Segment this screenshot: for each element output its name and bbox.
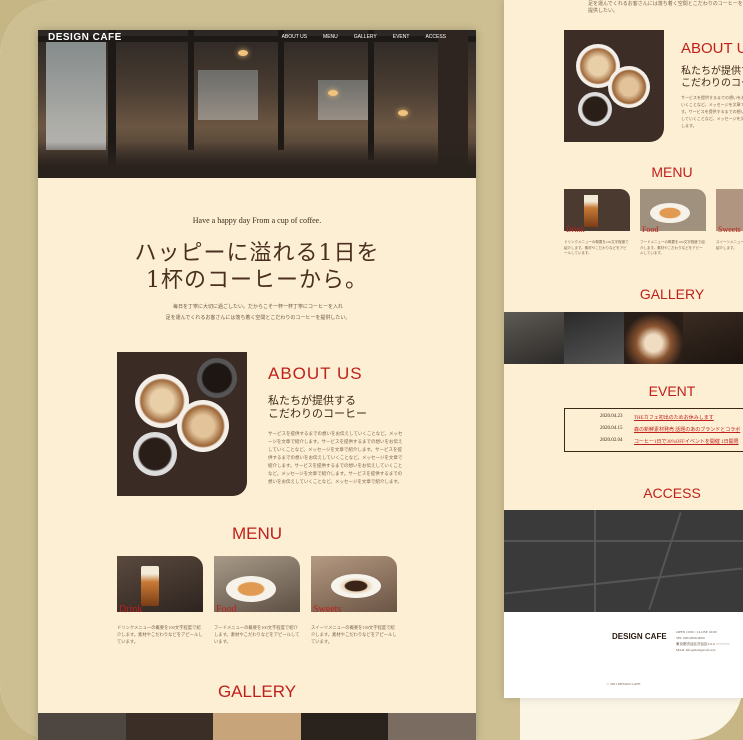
second-menu-title: MENU [651, 164, 693, 180]
footer-mail: MAIL info@designcafe.xxx [676, 648, 716, 652]
intro-line-2: 足を運んでくれるお客さんには落ち着く空間とこだわりのコーヒーを提供したい。 [165, 316, 351, 321]
site-logo[interactable]: DESIGN CAFE [48, 32, 122, 43]
second-drink-label: Drink [566, 225, 585, 234]
main-page-mockup: DESIGN CAFE ABOUT US MENU GALLERY EVENT … [38, 30, 476, 740]
main-nav: ABOUT US MENU GALLERY EVENT ACCESS [282, 34, 446, 40]
second-drink-desc: ドリンクメニューの概要を100文字程度で紹介します。素材やこだわりなどをアピール… [564, 240, 629, 255]
nav-event[interactable]: EVENT [393, 34, 410, 40]
event-link[interactable]: THEカフェ初出のためお休みします [634, 414, 714, 421]
about-subtitle: 私たちが提供する こだわりのコーヒー [268, 394, 367, 420]
second-food-desc: フードメニューの概要を100文字程度で紹介します。素材やこだわりなどをアピールし… [640, 240, 705, 255]
copyright: © 2021 DESIGN CAFE [606, 682, 641, 686]
gallery-strip [38, 713, 476, 740]
second-gallery-photo[interactable] [683, 312, 743, 364]
second-about-title: ABOUT US [681, 40, 743, 57]
second-about-subtitle: 私たちが提供する こだわりのコーヒー [681, 66, 743, 90]
gallery-photo[interactable] [125, 713, 214, 740]
menu-title: MENU [231, 524, 283, 543]
event-row[interactable]: 2020.04.15 森の新鮮素材発売 話題のあのブランドとコラボ [600, 426, 740, 433]
tagline: Have a happy day From a cup of coffee. [192, 216, 322, 225]
gallery-title: GALLERY [217, 682, 297, 701]
food-desc: フードメニューの概要を100文字程度で紹介します。素材やこだわりなどをアピールし… [214, 625, 300, 644]
nav-access[interactable]: ACCESS [425, 34, 446, 40]
second-food-label: Food [642, 225, 659, 234]
headline-line-1: ハッピーに溢れる1日を [134, 241, 380, 266]
second-gallery-photo[interactable] [623, 312, 684, 364]
second-page-mockup: 足を運んでくれるお客さんには落ち着く空間とこだわりのコーヒーを提供したい。 AB… [504, 0, 743, 698]
drink-desc: ドリンクメニューの概要を100文字程度で紹介します。素材やこだわりなどをアピール… [117, 625, 203, 644]
footer-info: OPEN 10:00 / CLOSE 16:00 TEL 000-0000-00… [676, 629, 730, 653]
second-menu-card-food[interactable]: Food フードメニューの概要を100文字程度で紹介します。素材やこだわりなどを… [640, 189, 706, 257]
footer-logo[interactable]: DESIGN CAFE [612, 632, 667, 641]
intro-line-1: 毎日を丁寧に大切に過ごしたい。だからこそ一杯一杯丁寧にコーヒーを入れ [172, 305, 343, 310]
second-gallery-strip [504, 312, 743, 364]
intro-text: 毎日を丁寧に大切に過ごしたい。だからこそ一杯一杯丁寧にコーヒーを入れ 足を運んで… [138, 302, 378, 324]
second-gallery-photo[interactable] [504, 312, 564, 364]
gallery-photo[interactable] [38, 713, 126, 740]
event-row[interactable]: 2020.04.23 THEカフェ初出のためお休みします [600, 414, 714, 421]
nav-menu[interactable]: MENU [323, 34, 338, 40]
headline-line-2: 1杯のコーヒーから。 [146, 268, 368, 293]
nav-gallery[interactable]: GALLERY [354, 34, 377, 40]
footer: DESIGN CAFE OPEN 10:00 / CLOSE 16:00 TEL… [504, 612, 743, 698]
hero-image: DESIGN CAFE ABOUT US MENU GALLERY EVENT … [38, 30, 476, 178]
gallery-photo[interactable] [388, 713, 476, 740]
about-text: サービスを提供するまでの想いをお伝えしていくことなど。メッセージを文章で紹介しま… [268, 431, 403, 484]
access-map[interactable] [504, 510, 743, 612]
second-about-image [564, 30, 664, 142]
about-coffee-image [117, 352, 247, 496]
gallery-photo[interactable] [300, 713, 389, 740]
second-about-sub-line-1: 私たちが提供する [681, 66, 743, 77]
event-date: 2020.04.23 [600, 414, 623, 419]
second-sweets-label: Sweets [718, 225, 741, 234]
event-row[interactable]: 2020.02.04 コーヒー1日で30%OFFイベントを開催 1日開限 [600, 438, 739, 445]
second-gallery-title: GALLERY [639, 286, 705, 302]
event-link[interactable]: コーヒー1日で30%OFFイベントを開催 1日開限 [634, 438, 739, 445]
gallery-photo[interactable] [213, 713, 301, 740]
second-access-title: ACCESS [643, 485, 701, 501]
second-about-text: サービスを提供するまでの想いをお伝えしていくことなど。メッセージを文章で紹介しま… [681, 95, 743, 128]
about-title: ABOUT US [268, 364, 363, 383]
sweets-desc: スイーツメニューの概要を100文字程度で紹介します。素材やこだわりなどをアピール… [311, 625, 397, 644]
second-menu-card-sweets[interactable]: Sweets スイーツメニューの概要を100文字程度で紹介します。 [716, 189, 743, 251]
event-date: 2020.04.15 [600, 426, 623, 431]
second-sweets-desc: スイーツメニューの概要を100文字程度で紹介します。 [716, 240, 743, 250]
second-gallery-photo[interactable] [563, 312, 624, 364]
menu-card-drink[interactable]: Drink ドリンクメニューの概要を100文字程度で紹介します。素材やこだわりな… [117, 556, 203, 645]
about-sub-line-2: こだわりのコーヒー [268, 407, 367, 420]
event-date: 2020.02.04 [600, 438, 623, 443]
second-event-title: EVENT [648, 383, 696, 399]
sweets-label: Sweets [313, 604, 342, 615]
second-top-text: 足を運んでくれるお客さんには落ち着く空間とこだわりのコーヒーを提供したい。 [588, 2, 743, 14]
drink-label: Drink [119, 604, 143, 615]
menu-card-food[interactable]: Food フードメニューの概要を100文字程度で紹介します。素材やこだわりなどを… [214, 556, 300, 645]
second-about-sub-line-2: こだわりのコーヒー [681, 78, 743, 89]
event-link[interactable]: 森の新鮮素材発売 話題のあのブランドとコラボ [634, 426, 740, 433]
second-menu-card-drink[interactable]: Drink ドリンクメニューの概要を100文字程度で紹介します。素材やこだわりな… [564, 189, 630, 257]
about-sub-line-1: 私たちが提供する [268, 394, 356, 407]
food-label: Food [216, 604, 237, 615]
nav-about-us[interactable]: ABOUT US [282, 34, 307, 40]
menu-card-sweets[interactable]: Sweets スイーツメニューの概要を100文字程度で紹介します。素材やこだわり… [311, 556, 397, 645]
headline: ハッピーに溢れる1日を 1杯のコーヒーから。 [38, 240, 476, 294]
